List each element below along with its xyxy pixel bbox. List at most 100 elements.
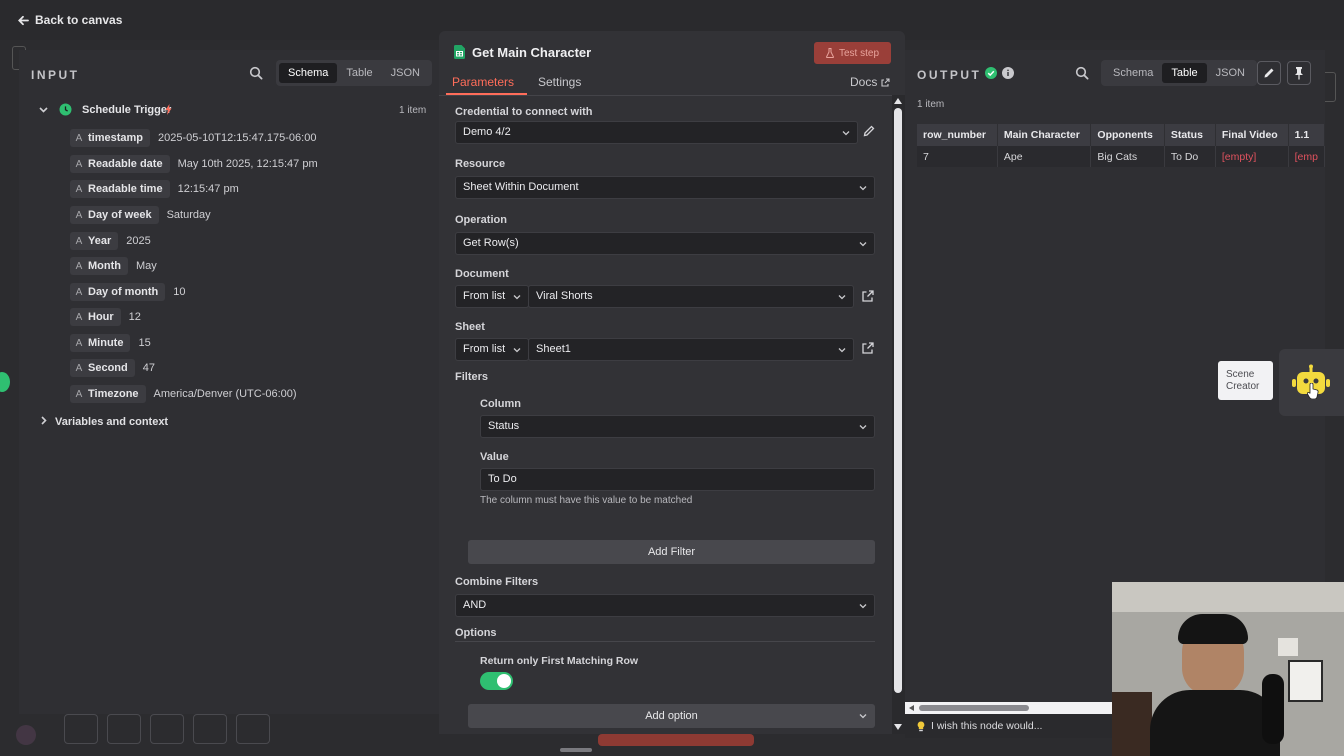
- docs-link[interactable]: Docs: [850, 75, 890, 89]
- credential-select[interactable]: Demo 4/2: [455, 121, 858, 144]
- search-icon[interactable]: [1075, 66, 1089, 80]
- schema-field[interactable]: A Readable time 12:15:47 pm: [70, 180, 239, 198]
- table-cell[interactable]: [empty]: [1215, 146, 1289, 167]
- column-header[interactable]: Final Video: [1215, 124, 1289, 146]
- table-cell[interactable]: To Do: [1164, 146, 1216, 167]
- schema-field[interactable]: A Second 47: [70, 359, 155, 377]
- test-step-button[interactable]: Test step: [814, 42, 891, 64]
- field-value: 10: [173, 286, 186, 298]
- filter-value-text: To Do: [488, 473, 517, 485]
- column-header[interactable]: Main Character: [997, 124, 1092, 146]
- back-to-canvas-button[interactable]: Back to canvas: [18, 13, 122, 27]
- scrollbar-thumb[interactable]: [894, 108, 902, 693]
- scene-creator-node[interactable]: [1279, 349, 1344, 416]
- node-editor-modal: Get Main Character Test step Parameters …: [439, 31, 905, 734]
- input-tab-schema[interactable]: Schema: [279, 63, 338, 83]
- schema-field[interactable]: A Minute 15: [70, 334, 151, 352]
- execute-workflow-button[interactable]: [598, 734, 754, 746]
- input-view-toggle: Schema Table JSON: [276, 60, 432, 86]
- sheet-mode-select[interactable]: From list: [455, 338, 529, 361]
- filter-value-input[interactable]: To Do: [480, 468, 875, 491]
- output-tab-json[interactable]: JSON: [1207, 63, 1254, 83]
- back-to-canvas-label: Back to canvas: [35, 13, 123, 27]
- column-header[interactable]: row_number: [917, 124, 998, 146]
- external-link-icon: [881, 77, 890, 87]
- edit-output-button[interactable]: [1257, 61, 1281, 85]
- add-option-button[interactable]: Add option: [468, 704, 875, 728]
- info-icon[interactable]: [1002, 67, 1014, 79]
- document-mode-select[interactable]: From list: [455, 285, 529, 308]
- operation-select[interactable]: Get Row(s): [455, 232, 875, 255]
- credential-value: Demo 4/2: [463, 126, 511, 138]
- drag-handle[interactable]: [560, 748, 592, 752]
- webcam-microphone: [1262, 674, 1284, 744]
- filter-value-hint: The column must have this value to be ma…: [480, 495, 693, 506]
- filter-column-select[interactable]: Status: [480, 415, 875, 438]
- return-first-toggle[interactable]: [480, 672, 513, 690]
- combine-filters-value: AND: [463, 599, 487, 611]
- column-header[interactable]: Opponents: [1090, 124, 1165, 146]
- output-tab-table[interactable]: Table: [1162, 63, 1207, 83]
- pin-icon: [1295, 67, 1303, 80]
- docs-label: Docs: [850, 75, 878, 89]
- column-header[interactable]: Status: [1164, 124, 1216, 146]
- pointer-button[interactable]: [236, 714, 270, 744]
- field-name: Hour: [88, 311, 114, 323]
- chevron-down-icon: [838, 293, 846, 301]
- search-icon[interactable]: [249, 66, 263, 80]
- open-sheet-icon[interactable]: [862, 342, 874, 354]
- scroll-down-icon[interactable]: [894, 724, 902, 730]
- lightbulb-icon: [917, 720, 925, 732]
- horizontal-scrollbar[interactable]: [905, 702, 1112, 714]
- schema-field[interactable]: A Month May: [70, 257, 157, 275]
- operation-label: Operation: [455, 214, 507, 226]
- resource-select[interactable]: Sheet Within Document: [455, 176, 875, 199]
- combine-filters-label: Combine Filters: [455, 576, 539, 588]
- schema-field[interactable]: A Readable date May 10th 2025, 12:15:47 pm: [70, 155, 318, 173]
- table-cell[interactable]: [emp: [1288, 146, 1326, 167]
- output-tab-schema[interactable]: Schema: [1104, 63, 1162, 83]
- chevron-right-icon[interactable]: [39, 416, 48, 425]
- chevron-down-icon: [859, 184, 867, 192]
- table-cell[interactable]: Big Cats: [1090, 146, 1165, 167]
- open-document-icon[interactable]: [862, 290, 874, 302]
- schema-field[interactable]: A Hour 12: [70, 308, 141, 326]
- column-header[interactable]: 1.1: [1288, 124, 1326, 146]
- undo-button[interactable]: [193, 714, 227, 744]
- add-filter-button[interactable]: Add Filter: [468, 540, 875, 564]
- zoom-out-button[interactable]: [150, 714, 184, 744]
- sheet-select[interactable]: Sheet1: [528, 338, 854, 361]
- chevron-down-icon: [838, 346, 846, 354]
- tab-settings[interactable]: Settings: [538, 75, 581, 89]
- document-select[interactable]: Viral Shorts: [528, 285, 854, 308]
- pin-output-button[interactable]: [1287, 61, 1311, 85]
- test-step-label: Test step: [838, 47, 880, 59]
- schema-field[interactable]: A Timezone America/Denver (UTC-06:00): [70, 385, 297, 403]
- table-cell[interactable]: 7: [917, 146, 998, 167]
- zoom-fit-button[interactable]: [64, 714, 98, 744]
- combine-filters-select[interactable]: AND: [455, 594, 875, 617]
- table-cell[interactable]: Ape: [997, 146, 1092, 167]
- tab-parameters[interactable]: Parameters: [452, 75, 514, 89]
- feedback-bar[interactable]: I wish this node would...: [905, 714, 1112, 738]
- scroll-left-icon[interactable]: [909, 705, 914, 711]
- schema-field[interactable]: A Day of month 10: [70, 283, 186, 301]
- variables-context-toggle[interactable]: Variables and context: [55, 416, 168, 428]
- schema-field[interactable]: Atimestamp 2025-05-10T12:15:47.175-06:00: [70, 129, 316, 147]
- field-value: 12: [128, 311, 141, 323]
- horizontal-scrollbar-thumb[interactable]: [919, 705, 1029, 711]
- schema-field[interactable]: A Day of week Saturday: [70, 206, 211, 224]
- webcam-person-shirt: [1150, 690, 1280, 756]
- zoom-in-button[interactable]: [107, 714, 141, 744]
- scroll-up-icon[interactable]: [894, 98, 902, 104]
- chevron-down-icon[interactable]: [39, 105, 48, 114]
- webcam-shelf: [1112, 692, 1152, 756]
- input-tab-json[interactable]: JSON: [382, 63, 429, 83]
- output-table: row_number Main Character Opponents Stat…: [917, 124, 1326, 167]
- field-name: Minute: [88, 337, 124, 349]
- table-header-row: row_number Main Character Opponents Stat…: [917, 124, 1326, 146]
- pencil-icon[interactable]: [863, 125, 875, 137]
- schema-field[interactable]: A Year 2025: [70, 232, 151, 250]
- input-tab-table[interactable]: Table: [337, 63, 381, 83]
- field-name: Month: [88, 260, 121, 272]
